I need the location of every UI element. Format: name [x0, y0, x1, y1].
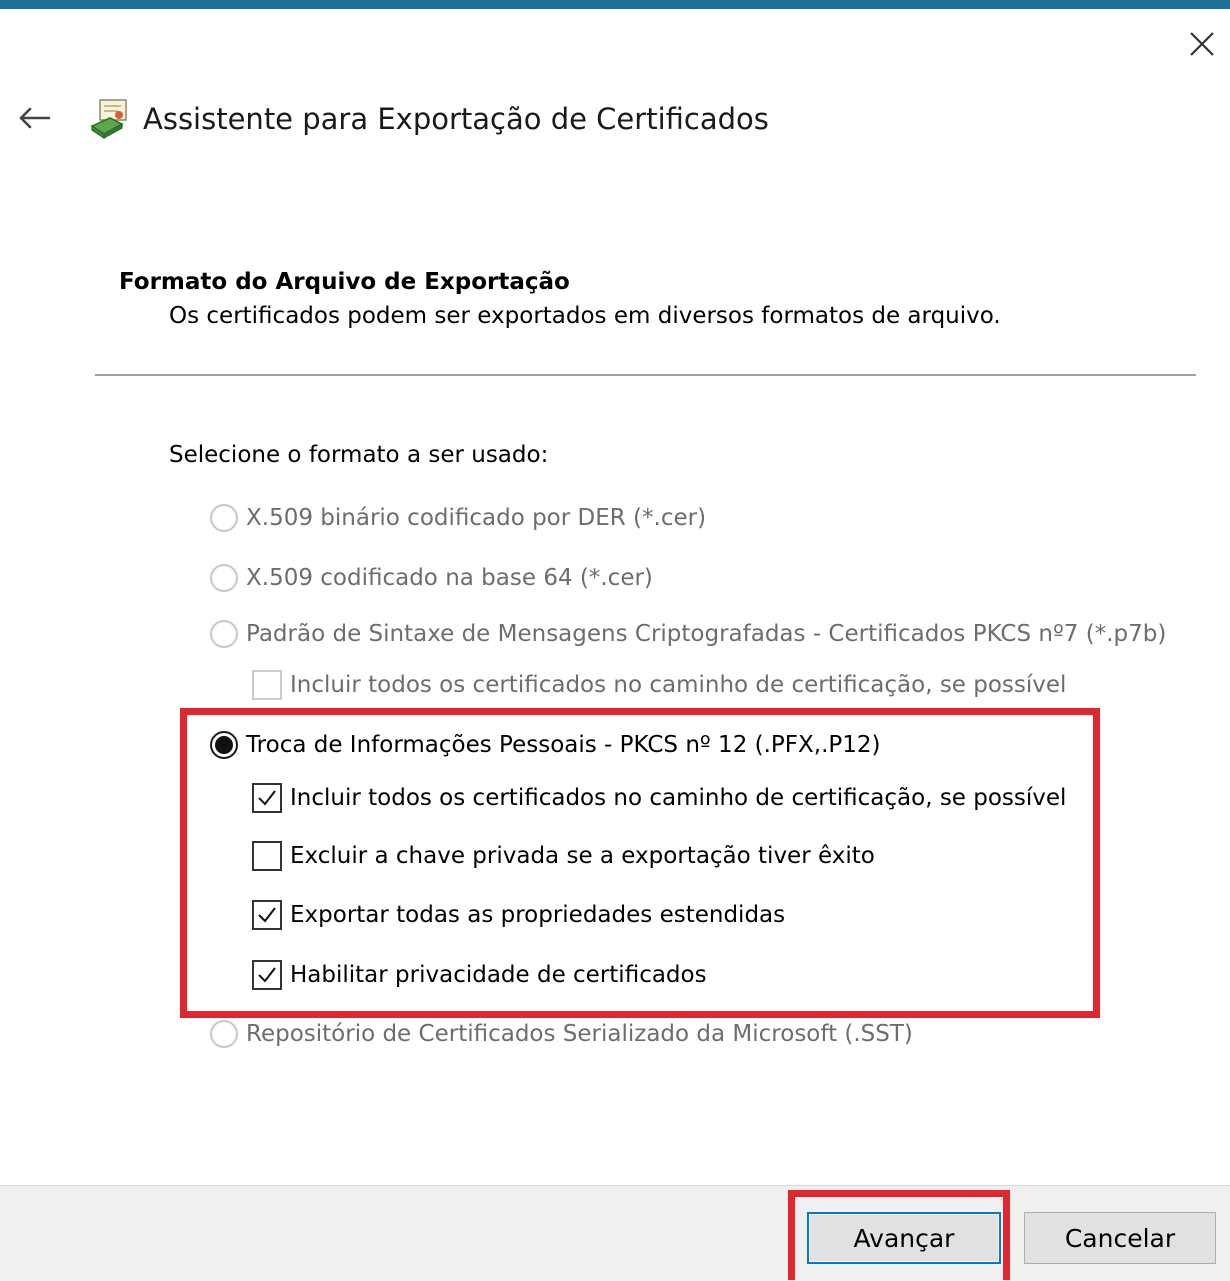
close-button[interactable] — [1180, 26, 1224, 62]
format-option-label: X.509 codificado na base 64 (*.cer) — [246, 565, 653, 591]
format-option-label: X.509 binário codificado por DER (*.cer) — [246, 505, 707, 531]
format-prompt: Selecione o formato a ser usado: — [169, 442, 549, 468]
checkbox[interactable] — [252, 670, 282, 700]
cancel-button[interactable]: Cancelar — [1024, 1212, 1216, 1264]
section-title: Formato do Arquivo de Exportação — [119, 269, 570, 295]
radio-button[interactable] — [210, 564, 238, 592]
back-arrow-icon — [19, 107, 51, 129]
wizard-title: Assistente para Exportação de Certificad… — [143, 102, 769, 136]
format-option-base64[interactable]: X.509 codificado na base 64 (*.cer) — [210, 560, 653, 596]
format-option-der[interactable]: X.509 binário codificado por DER (*.cer) — [210, 500, 706, 536]
format-option-label: Repositório de Certificados Serializado … — [246, 1021, 913, 1047]
certificate-wizard-icon — [90, 99, 127, 140]
radio-button[interactable] — [210, 1020, 238, 1048]
radio-button[interactable] — [210, 504, 238, 532]
format-option-label: Padrão de Sintaxe de Mensagens Criptogra… — [246, 621, 1167, 647]
annotation-highlight-next — [788, 1190, 1010, 1280]
format-option-sst[interactable]: Repositório de Certificados Serializado … — [210, 1016, 913, 1052]
window-accent-bar — [0, 0, 1230, 9]
annotation-highlight-box — [180, 708, 1100, 1018]
checkbox-label: Incluir todos os certificados no caminho… — [290, 672, 1067, 698]
divider — [95, 374, 1196, 376]
close-icon — [1190, 32, 1214, 56]
section-description: Os certificados podem ser exportados em … — [169, 303, 1001, 329]
format-option-p7b[interactable]: Padrão de Sintaxe de Mensagens Criptogra… — [210, 616, 1166, 652]
radio-button[interactable] — [210, 620, 238, 648]
p7b-include-all-checkbox[interactable]: Incluir todos os certificados no caminho… — [252, 667, 1066, 703]
back-button[interactable] — [12, 100, 56, 136]
